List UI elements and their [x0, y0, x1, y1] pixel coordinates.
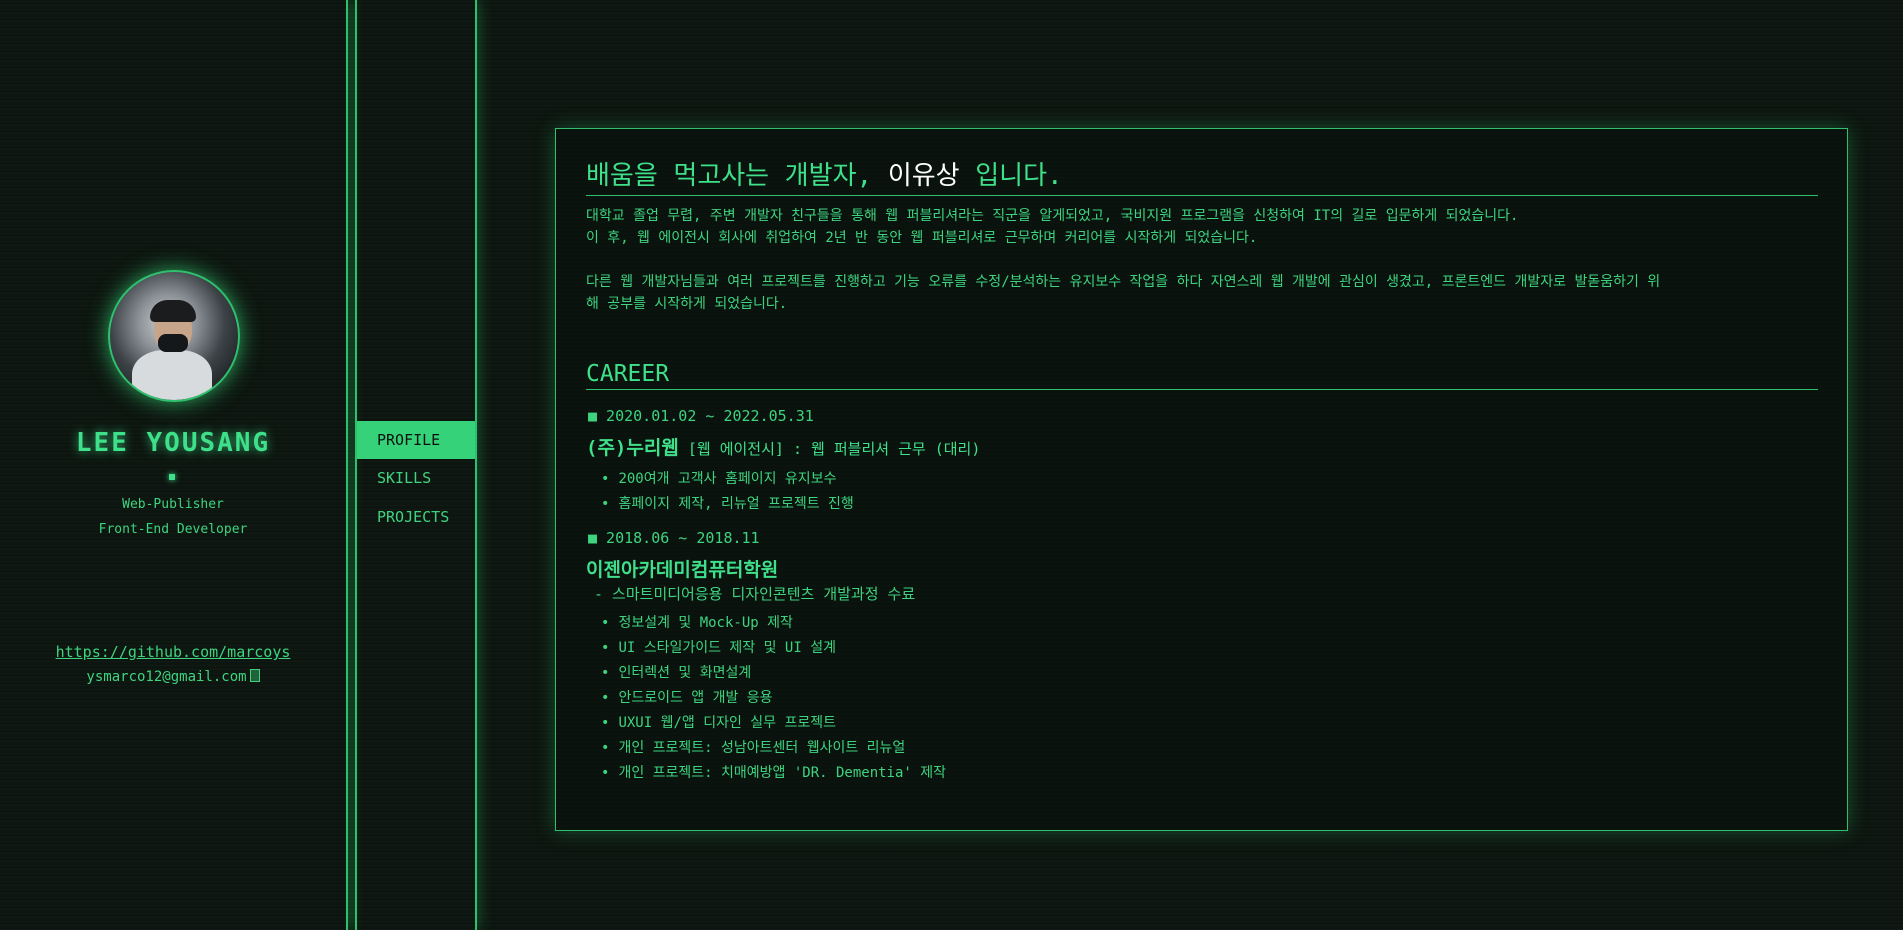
nav-item-profile[interactable]: PROFILE: [357, 421, 475, 459]
list-item: 인터렉션 및 화면설계: [601, 661, 946, 686]
profile-sidebar: LEE YOUSANG Web-Publisher Front-End Deve…: [0, 0, 348, 930]
career-title: CAREER: [586, 361, 1818, 390]
nav-item-skills[interactable]: SKILLS: [357, 459, 475, 497]
intro-line-4: 해 공부를 시작하게 되었습니다.: [586, 296, 788, 312]
career-company-1: (주)누리웹 [웹 에이전시] : 웹 퍼블리셔 근무 (대리): [586, 433, 980, 460]
intro-line-2: 이 후, 웹 에이전시 회사에 취업하여 2년 반 동안 웹 퍼블리셔로 근무하…: [586, 230, 1258, 246]
email-contact: ysmarco12@gmail.com: [0, 669, 346, 685]
intro-line-1: 대학교 졸업 무렵, 주변 개발자 친구들을 통해 웹 퍼블리셔라는 직군을 알…: [586, 208, 1519, 224]
intro-headline: 배움을 먹고사는 개발자, 이유상 입니다.: [586, 155, 1818, 196]
avatar-scarf: [132, 350, 212, 400]
list-item: 정보설계 및 Mock-Up 제작: [601, 611, 946, 636]
github-link[interactable]: https://github.com/marcoys: [0, 643, 346, 661]
list-item: 안드로이드 앱 개발 응용: [601, 686, 946, 711]
section-nav: PROFILE SKILLS PROJECTS: [355, 0, 477, 930]
copy-icon[interactable]: [249, 669, 260, 682]
name-divider-dot: [169, 474, 175, 480]
headline-prefix: 배움을 먹고사는 개발자,: [586, 161, 888, 191]
headline-suffix: 입니다.: [959, 161, 1063, 191]
email-text: ysmarco12@gmail.com: [86, 669, 247, 685]
company-name-1: (주)누리웹: [586, 437, 679, 459]
role-web-publisher: Web-Publisher: [122, 497, 224, 512]
career-period-1: ■ 2020.01.02 ~ 2022.05.31: [588, 407, 814, 425]
company-detail-1: [웹 에이전시] : 웹 퍼블리셔 근무 (대리): [678, 440, 981, 458]
avatar-mask: [158, 334, 188, 352]
list-item: 개인 프로젝트: 성남아트센터 웹사이트 리뉴얼: [601, 736, 946, 761]
list-item: 200여개 고객사 홈페이지 유지보수: [601, 467, 854, 492]
profile-panel: 배움을 먹고사는 개발자, 이유상 입니다. 대학교 졸업 무렵, 주변 개발자…: [555, 128, 1848, 831]
career-company-2: 이젠아카데미컴퓨터학원: [586, 559, 779, 581]
list-item: 홈페이지 제작, 리뉴얼 프로젝트 진행: [601, 492, 853, 517]
career-bullets-2: 정보설계 및 Mock-Up 제작 UI 스타일가이드 제작 및 UI 설계 인…: [601, 611, 946, 786]
avatar-hat: [150, 300, 196, 322]
avatar: [108, 270, 240, 402]
list-item: UI 스타일가이드 제작 및 UI 설계: [601, 636, 946, 661]
headline-name: 이유상: [887, 161, 960, 191]
list-item: UXUI 웹/앱 디자인 실무 프로젝트: [601, 711, 946, 736]
profile-name: LEE YOUSANG: [75, 428, 271, 458]
nav-item-projects[interactable]: PROJECTS: [357, 498, 475, 536]
career-bullets-1: 200여개 고객사 홈페이지 유지보수 홈페이지 제작, 리뉴얼 프로젝트 진행: [601, 467, 854, 517]
intro-line-3: 다른 웹 개발자님들과 여러 프로젝트를 진행하고 기능 오류를 수정/분석하는…: [586, 274, 1661, 290]
list-item: 개인 프로젝트: 치매예방앱 'DR. Dementia' 제작: [601, 761, 946, 786]
career-period-2: ■ 2018.06 ~ 2018.11: [588, 529, 760, 547]
role-front-end-developer: Front-End Developer: [98, 522, 248, 537]
career-course-2: - 스마트미디어응용 디자인콘텐츠 개발과정 수료: [594, 585, 916, 603]
